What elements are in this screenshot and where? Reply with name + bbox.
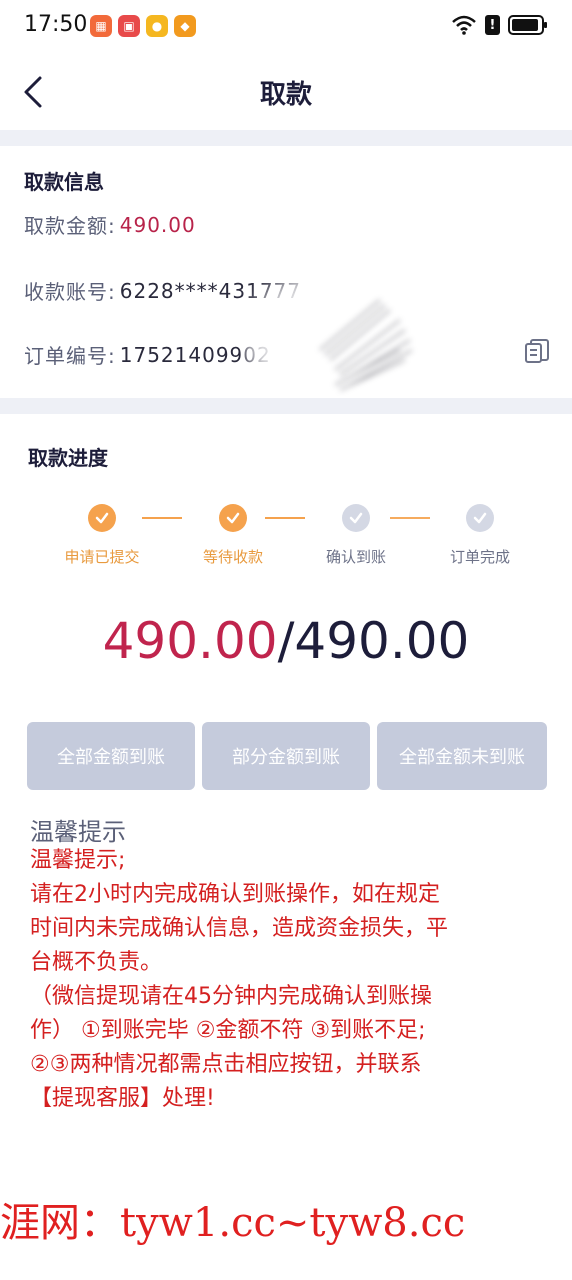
progress-title: 取款进度 xyxy=(28,446,108,470)
order-value: 17521409902 xyxy=(119,342,271,367)
amount-value: 490.00 xyxy=(119,212,196,237)
page-title: 取款 xyxy=(259,80,312,110)
account-label: 收款账号: xyxy=(24,280,116,304)
step-label: 确认到账 xyxy=(325,548,386,566)
section-divider xyxy=(0,398,572,414)
status-time: 17:50 xyxy=(24,12,88,37)
app-notification-icon: ● xyxy=(146,15,168,37)
step-pending-icon xyxy=(342,504,370,532)
tip-line: 温馨提示; xyxy=(30,848,126,873)
amount-not-received-button[interactable]: 全部金额未到账 xyxy=(377,722,547,790)
account-row: 收款账号: 6228****431777 xyxy=(24,276,301,305)
tip-line: （微信提现请在45分钟内完成确认到账操 xyxy=(30,984,432,1009)
total-amount: 490.00 xyxy=(294,612,470,670)
tip-line: 请在2小时内完成确认到账操作，如在规定 xyxy=(30,882,440,907)
amount-label: 取款金额: xyxy=(24,214,116,238)
copy-icon[interactable] xyxy=(524,338,550,364)
step-connector xyxy=(390,517,430,519)
step-label: 申请已提交 xyxy=(64,548,140,566)
order-label: 订单编号: xyxy=(24,344,116,368)
amount-row: 取款金额: 490.00 xyxy=(24,210,196,239)
alert-icon: ! xyxy=(485,15,500,35)
received-amount: 490.00 xyxy=(102,612,278,670)
status-right: ! xyxy=(451,14,548,36)
tips-heading: 温馨提示 xyxy=(30,818,126,846)
tip-line: 台概不负责。 xyxy=(30,950,163,975)
tip-line: 【提现客服】处理! xyxy=(30,1086,215,1111)
step-label: 等待收款 xyxy=(202,548,263,566)
battery-icon xyxy=(508,15,547,35)
tip-line: 作） ①到账完毕 ②金额不符 ③到账不足; xyxy=(30,1018,426,1043)
tips-body: 温馨提示; 请在2小时内完成确认到账操作，如在规定 时间内未完成确认信息，造成资… xyxy=(30,844,550,1116)
watermark: 涯网：tyw1.cc~tyw8.cc xyxy=(0,1200,466,1246)
tip-line: 时间内未完成确认信息，造成资金损失，平 xyxy=(30,916,449,941)
wifi-icon xyxy=(452,15,476,35)
status-bar: 17:50 ▦ ▣ ● ◆ ! xyxy=(0,0,572,54)
notification-icons: ▦ ▣ ● ◆ xyxy=(90,15,196,37)
partial-amount-received-button[interactable]: 部分金额到账 xyxy=(202,722,370,790)
withdraw-info-title: 取款信息 xyxy=(24,170,104,194)
step-connector xyxy=(265,517,305,519)
step-done-icon xyxy=(219,504,247,532)
app-notification-icon: ▦ xyxy=(90,15,112,37)
step-done-icon xyxy=(88,504,116,532)
step-connector xyxy=(142,517,182,519)
received-total-amount: 490.00/490.00 xyxy=(0,612,572,670)
step-pending-icon xyxy=(466,504,494,532)
nav-bar: 取款 xyxy=(0,54,572,130)
section-divider xyxy=(0,130,572,146)
app-notification-icon: ◆ xyxy=(174,15,196,37)
app-notification-icon: ▣ xyxy=(118,15,140,37)
full-amount-received-button[interactable]: 全部金额到账 xyxy=(27,722,195,790)
account-value: 6228****431777 xyxy=(119,278,301,303)
order-row: 订单编号: 17521409902 xyxy=(24,340,271,369)
amount-separator: / xyxy=(277,612,295,670)
progress-steps: 申请已提交 等待收款 确认到账 订单完成 xyxy=(0,500,572,570)
tip-line: ②③两种情况都需点击相应按钮，并联系 xyxy=(30,1052,422,1077)
step-label: 订单完成 xyxy=(449,548,510,566)
withdraw-page: 17:50 ▦ ▣ ● ◆ ! 取款 取款信息 取款金额: 490.00 收款账… xyxy=(0,0,572,1280)
